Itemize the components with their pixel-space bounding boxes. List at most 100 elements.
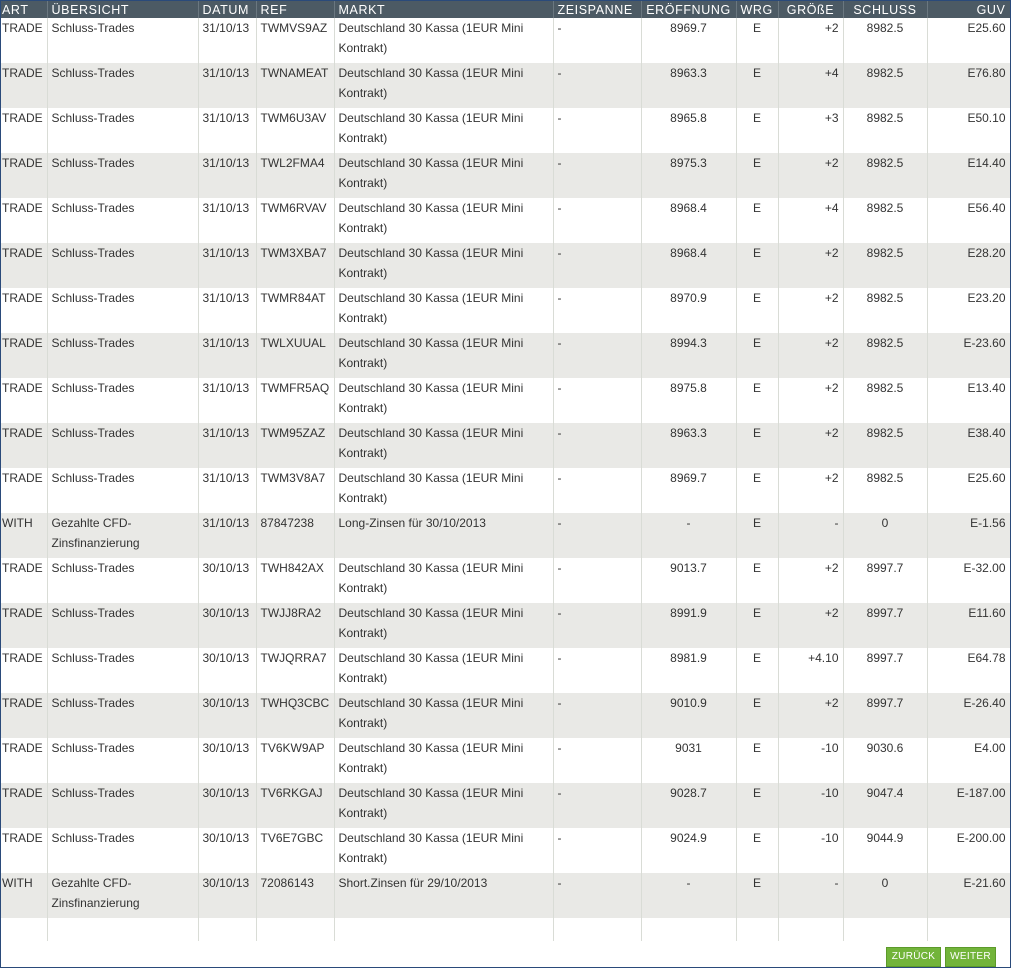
table-row[interactable]: TRADE Schluss-Trades 30/10/13 TWJQRRA7 Deuts… [1,648,1010,693]
cell-datum: 30/10/13 [198,873,257,918]
cell-groesse: +3 [778,108,844,153]
column-header-art[interactable]: ART [1,1,48,18]
cell-groesse-text: -10 [821,831,839,845]
cell-uebersicht: Schluss-Trades [47,288,199,333]
cell-wrg: E [736,738,779,783]
cell-eroeffnung-text: 8969.7 [670,21,707,35]
cell-ref-text: 72086143 [260,876,314,890]
table-row[interactable]: WITH Gezahlte CFD-Zinsfinanzierung 30/10/1… [1,873,1010,918]
column-header-guv[interactable]: GUV [927,1,1010,18]
table-row[interactable]: WITH Gezahlte CFD-Zinsfinanzierung 31/10/1… [1,513,1010,558]
cell-zeitspanne: - [553,63,642,108]
table-row[interactable]: TRADE Schluss-Trades 31/10/13 TWM95ZAZ Deuts… [1,423,1010,468]
cell-zeitspanne-text: - [557,606,562,620]
cell-groesse-text: - [834,876,839,890]
cell-guv: E-32.00 [927,558,1010,603]
table-row[interactable]: TRADE Schluss-Trades 31/10/13 TWM6RVAV Deuts… [1,198,1010,243]
cell-uebersicht-text: Schluss-Trades [51,336,135,350]
cell-art-text: TRADE [2,786,43,800]
cell-art: TRADE [1,828,48,873]
column-header-wrg[interactable]: WRG [736,1,779,18]
cell-eroeffnung: 8968.4 [641,198,737,243]
table-row[interactable]: TRADE Schluss-Trades 30/10/13 TV6RKGAJ Deuts… [1,783,1010,828]
cell-schluss-text: 0 [881,876,889,890]
cell-ref: TWHQ3CBC [256,693,335,738]
table-row[interactable]: TRADE Schluss-Trades 31/10/13 TWL2FMA4 Deuts… [1,153,1010,198]
back-button[interactable]: ZURÜCK [886,947,941,967]
cell-datum-text: 31/10/13 [202,291,250,305]
cell-ref: TWMVS9AZ [256,18,335,63]
column-header-datum[interactable]: DATUM [198,1,257,18]
next-button[interactable]: WEITER [945,947,996,967]
cell-guv-text: E13.40 [967,381,1006,395]
cell-wrg: E [736,108,779,153]
cell-guv-text: E76.80 [967,66,1006,80]
column-header-schluss[interactable]: SCHLUSS [843,1,928,18]
cell-uebersicht-text: Schluss-Trades [51,201,135,215]
cell-groesse-text: +2 [824,561,839,575]
cell-wrg: E [736,423,779,468]
cell-guv-text: E25.60 [967,21,1006,35]
cell-wrg-text: E [752,246,761,260]
cell-schluss: 8982.5 [843,288,928,333]
pagination-bar: ZURÜCK WEITER [1,941,1010,967]
cell-art: TRADE [1,558,48,603]
cell-datum-text: 30/10/13 [202,561,250,575]
table-row[interactable]: TRADE Schluss-Trades 30/10/13 TWJJ8RA2 Deuts… [1,603,1010,648]
cell-eroeffnung: 8981.9 [641,648,737,693]
column-header-ref[interactable]: REF [256,1,335,18]
column-header-uebersicht[interactable]: ÜBERSICHT [47,1,199,18]
cell-schluss-text: 9030.6 [866,741,904,755]
table-row[interactable]: TRADE Schluss-Trades 31/10/13 TWMFR5AQ Deuts… [1,378,1010,423]
cell-groesse-text: -10 [821,786,839,800]
column-header-groesse[interactable]: GRÖßE [778,1,844,18]
cell-zeitspanne: - [553,738,642,783]
table-row[interactable]: TRADE Schluss-Trades 31/10/13 TWMR84AT Deuts… [1,288,1010,333]
table-row[interactable]: TRADE Schluss-Trades 30/10/13 TWHQ3CBC Deuts… [1,693,1010,738]
table-row[interactable]: TRADE Schluss-Trades 31/10/13 TWM3V8A7 Deuts… [1,468,1010,513]
cell-eroeffnung-text: 9024.9 [670,831,707,845]
transaction-history-panel: ART ÜBERSICHT DATUM REF MARKT ZEISPANNE … [0,0,1011,968]
cell-guv: E25.60 [927,18,1010,63]
cell-groesse: +4.10 [778,648,844,693]
cell-guv-text: E38.40 [967,426,1006,440]
cell-guv-text: E-32.00 [963,561,1006,575]
cell-schluss: 8982.5 [843,18,928,63]
cell-wrg: E [736,243,779,288]
cell-uebersicht-text: Gezahlte CFD-Zinsfinanzierung [51,876,140,910]
cell-wrg: E [736,648,779,693]
cell-zeitspanne: - [553,828,642,873]
cell-groesse-text: - [834,516,839,530]
table-header-row: ART ÜBERSICHT DATUM REF MARKT ZEISPANNE … [1,1,1010,18]
cell-ref-text: TWM3XBA7 [260,246,327,260]
column-header-eroeffnung[interactable]: ERÖFFNUNG [641,1,737,18]
cell-groesse: -10 [778,738,844,783]
cell-markt: Deutschland 30 Kassa (1EUR Mini Kontrakt… [334,603,554,648]
cell-eroeffnung: 9028.7 [641,783,737,828]
table-row[interactable]: TRADE Schluss-Trades 31/10/13 TWM6U3AV Deuts… [1,108,1010,153]
column-header-zeitspanne[interactable]: ZEISPANNE [553,1,642,18]
cell-guv: E64.78 [927,648,1010,693]
table-row[interactable]: TRADE Schluss-Trades 30/10/13 TV6E7GBC Deuts… [1,828,1010,873]
cell-zeitspanne: - [553,108,642,153]
table-row[interactable]: TRADE Schluss-Trades 30/10/13 TV6KW9AP Deuts… [1,738,1010,783]
table-row[interactable]: TRADE Schluss-Trades 31/10/13 TWNAMEAT Deuts… [1,63,1010,108]
cell-guv: E4.00 [927,738,1010,783]
cell-zeitspanne: - [553,243,642,288]
cell-groesse-text: +2 [824,156,839,170]
table-row[interactable]: TRADE Schluss-Trades 30/10/13 TWH842AX Deuts… [1,558,1010,603]
cell-markt-text: Deutschland 30 Kassa (1EUR Mini Kontrakt… [338,606,524,640]
cell-wrg-text: E [752,111,761,125]
cell-wrg: E [736,288,779,333]
cell-datum: 31/10/13 [198,468,257,513]
cell-art: TRADE [1,108,48,153]
table-row[interactable]: TRADE Schluss-Trades 31/10/13 TWM3XBA7 Deuts… [1,243,1010,288]
cell-guv-text: E-1.56 [970,516,1006,530]
cell-wrg-text: E [752,201,761,215]
table-row[interactable]: TRADE Schluss-Trades 31/10/13 TWLXUUAL Deuts… [1,333,1010,378]
cell-uebersicht: Schluss-Trades [47,18,199,63]
column-header-markt[interactable]: MARKT [334,1,554,18]
cell-markt: Deutschland 30 Kassa (1EUR Mini Kontrakt… [334,63,554,108]
cell-schluss: 8997.7 [843,558,928,603]
table-row[interactable]: TRADE Schluss-Trades 31/10/13 TWMVS9AZ Deuts… [1,18,1010,63]
